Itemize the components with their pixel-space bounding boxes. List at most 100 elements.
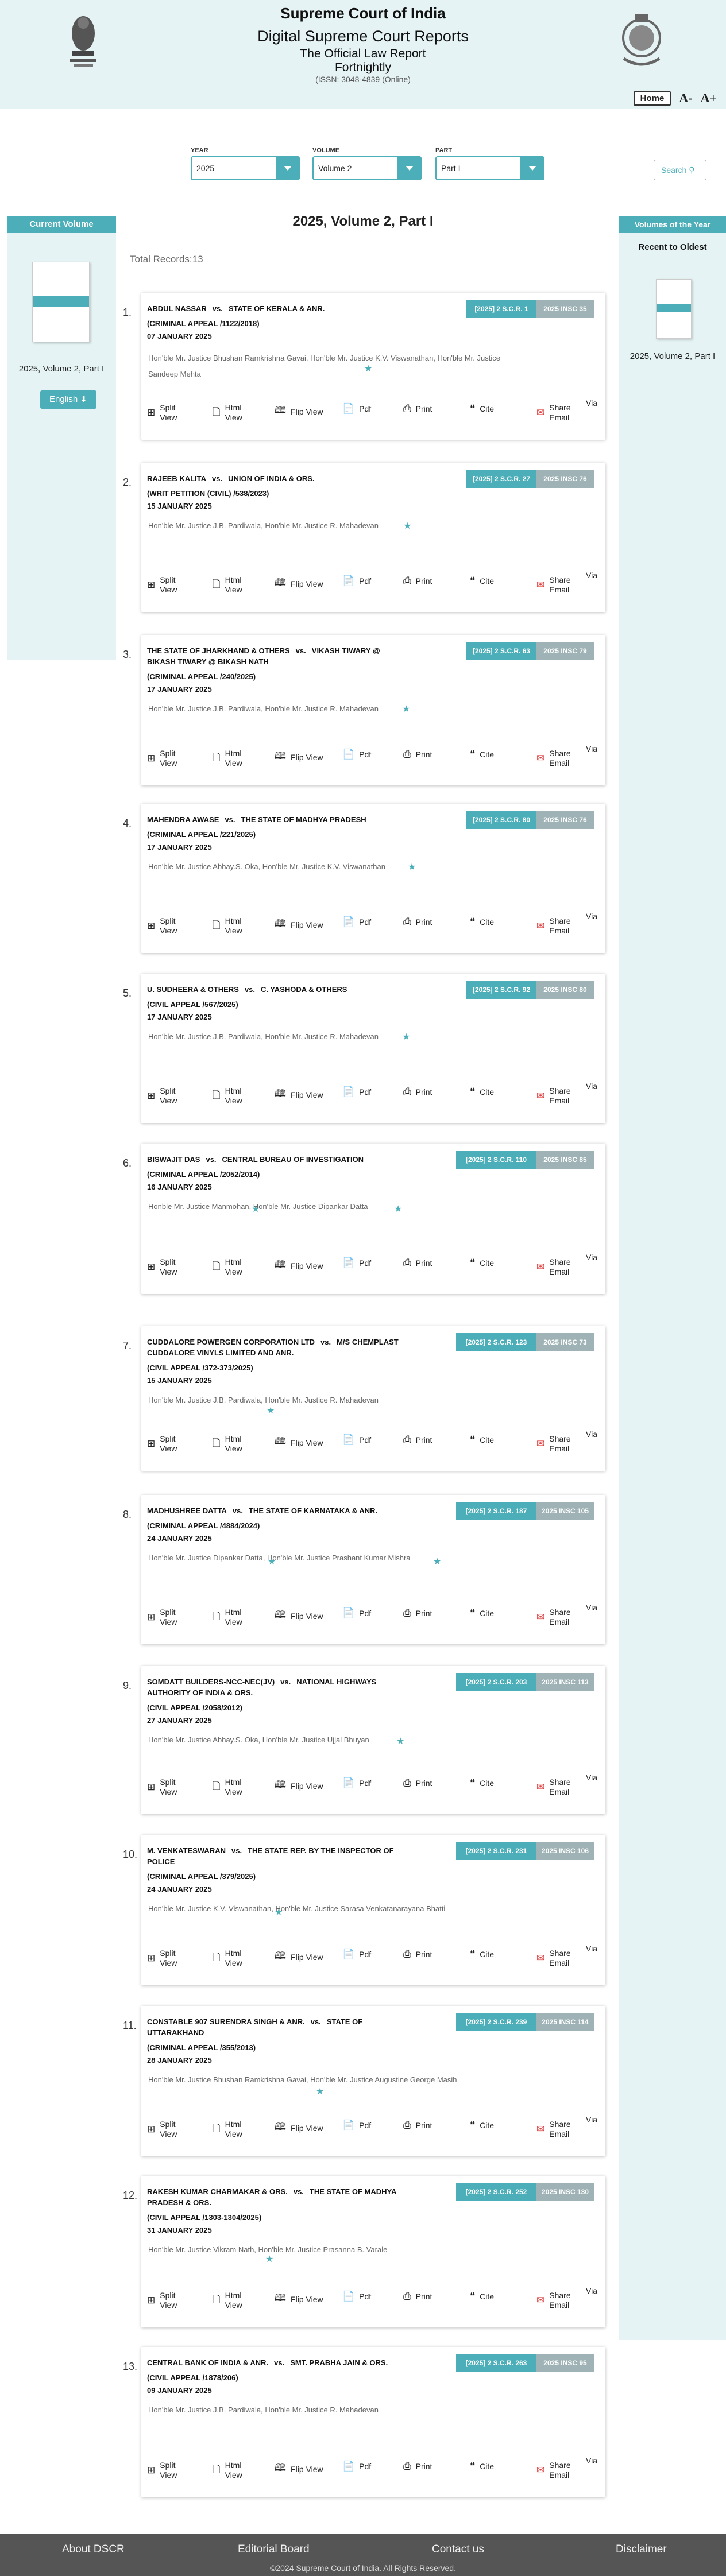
insc-citation-badge[interactable]: 2025 INSC 35 (536, 300, 594, 318)
cite-button[interactable]: ❝ Cite (470, 1086, 494, 1098)
flip-view-button[interactable]: 🕮 Flip View (275, 2291, 323, 2307)
share-email-button[interactable]: ✉ Share Email (536, 403, 571, 423)
print-button[interactable]: ⎙ Print (403, 2461, 432, 2472)
share-email-button[interactable]: ✉ Share Email (536, 1949, 571, 1968)
year-select[interactable]: 2025 (191, 156, 300, 180)
via-link[interactable]: Via (586, 398, 597, 408)
volume-select[interactable]: Volume 2 (312, 156, 422, 180)
via-link[interactable]: Via (586, 1944, 597, 1953)
share-email-button[interactable]: ✉ Share Email (536, 2291, 571, 2310)
case-parties[interactable]: THE STATE OF JHARKHAND & OTHERS vs. VIKASH… (147, 645, 400, 667)
pdf-button[interactable]: 📄 Pdf (342, 1086, 371, 1098)
footer-link-contact[interactable]: Contact us (432, 2543, 484, 2556)
via-link[interactable]: Via (586, 2286, 597, 2295)
share-email-button[interactable]: ✉ Share Email (536, 749, 571, 768)
share-email-button[interactable]: ✉ Share Email (536, 1777, 571, 1797)
split-view-button[interactable]: ⊞ Split View (147, 1777, 177, 1797)
html-view-button[interactable]: 🗋 Html View (213, 916, 242, 936)
case-parties[interactable]: CONSTABLE 907 SURENDRA SINGH & ANR. vs. ST… (147, 2016, 400, 2038)
cite-button[interactable]: ❝ Cite (470, 2461, 494, 2472)
search-button[interactable]: Search ⚲ (654, 160, 706, 180)
share-email-button[interactable]: ✉ Share Email (536, 575, 571, 595)
cite-button[interactable]: ❝ Cite (470, 2120, 494, 2131)
scr-citation-badge[interactable]: [2025] 2 S.C.R. 263 (456, 2354, 536, 2372)
split-view-button[interactable]: ⊞ Split View (147, 2291, 177, 2310)
split-view-button[interactable]: ⊞ Split View (147, 2120, 177, 2139)
share-email-button[interactable]: ✉ Share Email (536, 2461, 571, 2480)
via-link[interactable]: Via (586, 1253, 597, 1262)
scr-citation-badge[interactable]: [2025] 2 S.C.R. 231 (456, 1842, 536, 1860)
print-button[interactable]: ⎙ Print (403, 1086, 432, 1098)
insc-citation-badge[interactable]: 2025 INSC 114 (536, 2013, 594, 2031)
html-view-button[interactable]: 🗋 Html View (213, 1257, 242, 1277)
insc-citation-badge[interactable]: 2025 INSC 73 (536, 1333, 594, 1351)
flip-view-button[interactable]: 🕮 Flip View (275, 1607, 323, 1624)
via-link[interactable]: Via (586, 2115, 597, 2124)
volume-thumbnail[interactable] (656, 279, 692, 339)
case-parties[interactable]: MAHENDRA AWASE vs. THE STATE OF MADHYA PRA… (147, 814, 400, 825)
html-view-button[interactable]: 🗋 Html View (213, 1434, 242, 1454)
case-parties[interactable]: SOMDATT BUILDERS-NCC-NEC(JV) vs. NATIONAL … (147, 1676, 400, 1698)
font-decrease-button[interactable]: A- (679, 91, 692, 106)
case-parties[interactable]: CUDDALORE POWERGEN CORPORATION LTD vs. M/S… (147, 1337, 400, 1358)
pdf-button[interactable]: 📄 Pdf (342, 1949, 371, 1960)
insc-citation-badge[interactable]: 2025 INSC 85 (536, 1151, 594, 1169)
flip-view-button[interactable]: 🕮 Flip View (275, 749, 323, 765)
case-parties[interactable]: M. VENKATESWARAN vs. THE STATE REP. BY THE… (147, 1845, 400, 1867)
pdf-button[interactable]: 📄 Pdf (342, 575, 371, 587)
cite-button[interactable]: ❝ Cite (470, 1777, 494, 1789)
cite-button[interactable]: ❝ Cite (470, 575, 494, 587)
flip-view-button[interactable]: 🕮 Flip View (275, 575, 323, 592)
html-view-button[interactable]: 🗋 Html View (213, 1777, 242, 1797)
insc-citation-badge[interactable]: 2025 INSC 95 (536, 2354, 594, 2372)
cite-button[interactable]: ❝ Cite (470, 1257, 494, 1269)
html-view-button[interactable]: 🗋 Html View (213, 749, 242, 768)
pdf-button[interactable]: 📄 Pdf (342, 1607, 371, 1619)
print-button[interactable]: ⎙ Print (403, 916, 432, 928)
scr-citation-badge[interactable]: [2025] 2 S.C.R. 123 (456, 1333, 536, 1351)
print-button[interactable]: ⎙ Print (403, 1257, 432, 1269)
insc-citation-badge[interactable]: 2025 INSC 79 (536, 642, 594, 660)
scr-citation-badge[interactable]: [2025] 2 S.C.R. 27 (466, 470, 536, 488)
volume-thumbnail-label[interactable]: 2025, Volume 2, Part I (619, 351, 726, 361)
share-email-button[interactable]: ✉ Share Email (536, 1607, 571, 1627)
pdf-button[interactable]: 📄 Pdf (342, 916, 371, 928)
html-view-button[interactable]: 🗋 Html View (213, 1607, 242, 1627)
part-select[interactable]: Part I (435, 156, 544, 180)
scr-citation-badge[interactable]: [2025] 2 S.C.R. 203 (456, 1673, 536, 1691)
share-email-button[interactable]: ✉ Share Email (536, 1086, 571, 1106)
flip-view-button[interactable]: 🕮 Flip View (275, 916, 323, 933)
print-button[interactable]: ⎙ Print (403, 749, 432, 760)
flip-view-button[interactable]: 🕮 Flip View (275, 1434, 323, 1451)
insc-citation-badge[interactable]: 2025 INSC 130 (536, 2183, 594, 2201)
via-link[interactable]: Via (586, 912, 597, 921)
html-view-button[interactable]: 🗋 Html View (213, 1086, 242, 1106)
volume-cover-image[interactable] (32, 262, 90, 342)
scr-citation-badge[interactable]: [2025] 2 S.C.R. 252 (456, 2183, 536, 2201)
insc-citation-badge[interactable]: 2025 INSC 76 (536, 470, 594, 488)
print-button[interactable]: ⎙ Print (403, 1949, 432, 1960)
via-link[interactable]: Via (586, 1773, 597, 1782)
via-link[interactable]: Via (586, 1430, 597, 1439)
print-button[interactable]: ⎙ Print (403, 1777, 432, 1789)
case-parties[interactable]: MADHUSHREE DATTA vs. THE STATE OF KARNATAK… (147, 1505, 400, 1516)
via-link[interactable]: Via (586, 1603, 597, 1612)
insc-citation-badge[interactable]: 2025 INSC 105 (536, 1502, 594, 1520)
share-email-button[interactable]: ✉ Share Email (536, 916, 571, 936)
html-view-button[interactable]: 🗋 Html View (213, 1949, 242, 1968)
font-increase-button[interactable]: A+ (701, 91, 717, 106)
split-view-button[interactable]: ⊞ Split View (147, 749, 177, 768)
share-email-button[interactable]: ✉ Share Email (536, 1434, 571, 1454)
language-button[interactable]: English ⬇ (40, 390, 96, 409)
home-button[interactable]: Home (633, 91, 671, 106)
flip-view-button[interactable]: 🕮 Flip View (275, 2461, 323, 2477)
split-view-button[interactable]: ⊞ Split View (147, 1607, 177, 1627)
cite-button[interactable]: ❝ Cite (470, 1607, 494, 1619)
cite-button[interactable]: ❝ Cite (470, 2291, 494, 2302)
pdf-button[interactable]: 📄 Pdf (342, 2461, 371, 2472)
flip-view-button[interactable]: 🕮 Flip View (275, 403, 323, 420)
flip-view-button[interactable]: 🕮 Flip View (275, 1257, 323, 1274)
html-view-button[interactable]: 🗋 Html View (213, 403, 242, 423)
flip-view-button[interactable]: 🕮 Flip View (275, 1777, 323, 1794)
split-view-button[interactable]: ⊞ Split View (147, 1434, 177, 1454)
